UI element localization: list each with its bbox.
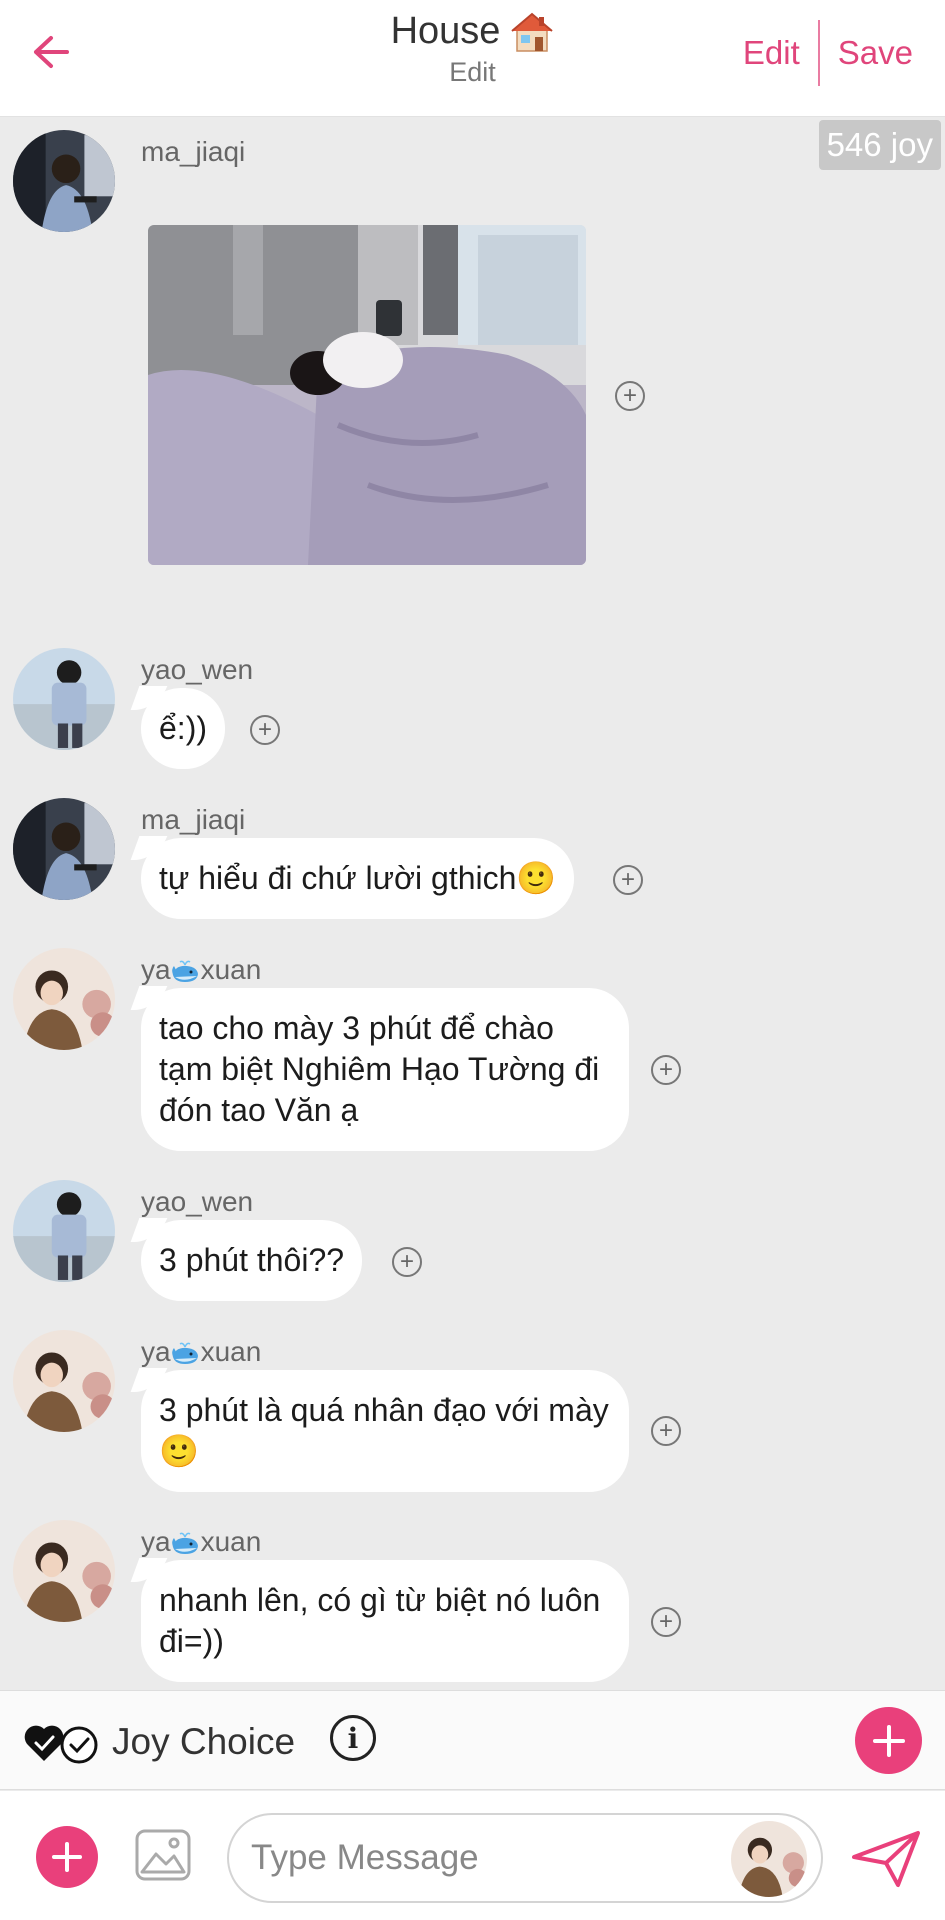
- whale-icon: [171, 1342, 198, 1364]
- message-photo[interactable]: [148, 225, 586, 565]
- message-bubble[interactable]: tao cho mày 3 phút để chào tạm biệt Nghi…: [141, 988, 629, 1151]
- message-username: ya xuan: [141, 1336, 262, 1367]
- react-add-icon[interactable]: +: [651, 1416, 681, 1446]
- message-username: yao_wen: [141, 1186, 254, 1217]
- top-app-bar: House Edit Edit Save: [0, 0, 945, 117]
- edit-button[interactable]: Edit: [731, 34, 812, 72]
- message-bubble[interactable]: ể:)): [141, 688, 225, 769]
- chat-title-text: House: [390, 10, 501, 52]
- react-add-icon[interactable]: +: [651, 1607, 681, 1637]
- message-username: ya xuan: [141, 1526, 262, 1557]
- message-username: ma_jiaqi: [141, 136, 246, 167]
- message-username: yao_wen: [141, 654, 254, 685]
- react-add-icon[interactable]: +: [250, 715, 280, 745]
- message-username: ma_jiaqi: [141, 804, 246, 835]
- attach-plus-button[interactable]: [36, 1826, 98, 1888]
- save-button[interactable]: Save: [826, 34, 925, 72]
- send-icon[interactable]: [850, 1829, 922, 1889]
- whale-icon: [171, 1532, 198, 1554]
- avatar-yao-wen[interactable]: [13, 648, 115, 750]
- react-add-icon[interactable]: +: [392, 1247, 422, 1277]
- avatar-ma-jiaqi[interactable]: [13, 798, 115, 900]
- react-add-icon[interactable]: +: [651, 1055, 681, 1085]
- character-avatar-picker[interactable]: [731, 1821, 807, 1897]
- message-bubble[interactable]: tự hiểu đi chứ lười gthich🙂: [141, 838, 575, 919]
- message-bubble[interactable]: nhanh lên, có gì từ biệt nó luôn đi=)): [141, 1560, 629, 1682]
- avatar-ya-xuan[interactable]: [13, 1330, 115, 1432]
- message-list[interactable]: 546 joy ma_jiaqi + yao_wen ể:)) + ma_jia…: [0, 118, 945, 1690]
- message-bubble[interactable]: 3 phút là quá nhân đạo với mày 🙂: [141, 1370, 629, 1492]
- joy-count-badge: 546 joy: [818, 120, 941, 170]
- message-username: ya xuan: [141, 954, 262, 985]
- react-add-icon[interactable]: +: [615, 381, 645, 411]
- message-bubble[interactable]: 3 phút thôi??: [141, 1220, 363, 1301]
- avatar-ma-jiaqi[interactable]: [13, 130, 115, 232]
- avatar-yao-wen[interactable]: [13, 1180, 115, 1282]
- whale-icon: [171, 960, 198, 982]
- house-icon: [511, 12, 554, 52]
- message-composer: Type Message: [0, 1791, 945, 1920]
- joy-choice-icon[interactable]: [22, 1717, 104, 1767]
- message-input-placeholder: Type Message: [251, 1838, 479, 1877]
- plus-icon: [52, 1842, 82, 1872]
- message-input[interactable]: Type Message: [227, 1813, 823, 1903]
- header-actions: Edit Save: [731, 20, 925, 86]
- avatar-ya-xuan[interactable]: [13, 1520, 115, 1622]
- info-icon[interactable]: i: [330, 1715, 376, 1761]
- joy-choice-label[interactable]: Joy Choice: [112, 1721, 295, 1763]
- chat-title: House: [391, 10, 555, 53]
- joy-choice-bar: Joy Choice i: [0, 1690, 945, 1790]
- image-picker-icon[interactable]: [134, 1828, 192, 1882]
- add-joy-button[interactable]: [855, 1707, 922, 1774]
- avatar-ya-xuan[interactable]: [13, 948, 115, 1050]
- react-add-icon[interactable]: +: [613, 865, 643, 895]
- plus-icon: [872, 1724, 905, 1757]
- header-divider: [817, 20, 820, 86]
